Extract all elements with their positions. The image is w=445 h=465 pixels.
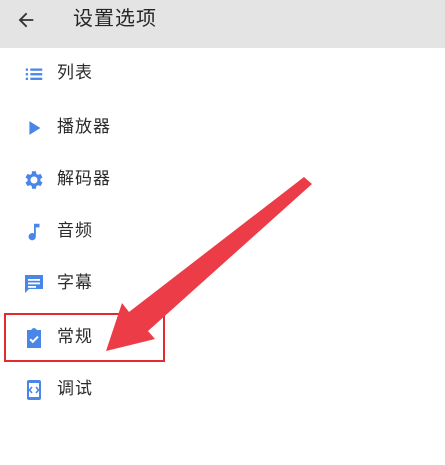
annotation-arrow	[106, 177, 312, 351]
